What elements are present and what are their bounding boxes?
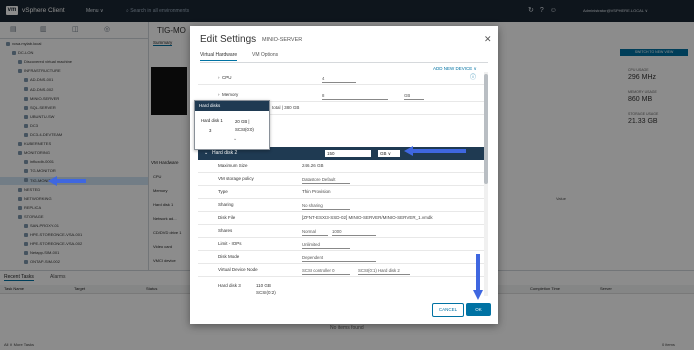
shares-row: Shares Normal 1000	[198, 225, 484, 238]
hard-disk-2-size-input[interactable]: 150	[325, 150, 371, 157]
storage-policy-value[interactable]: Datastore Default	[302, 176, 350, 184]
dialog-title: Edit Settings	[200, 34, 257, 45]
type-label: Type	[218, 189, 228, 194]
popover-header: Hard disks	[195, 101, 269, 111]
info-icon[interactable]: ⓘ	[470, 72, 476, 84]
shares-number-input[interactable]: 1000	[332, 228, 376, 236]
storage-policy-row: VM storage policy Datastore Default	[198, 173, 484, 186]
annotation-arrow-right	[404, 146, 466, 156]
ok-button[interactable]: OK	[466, 303, 491, 316]
hard-disks-total: total | 380 GB	[272, 105, 300, 110]
shares-label: Shares	[218, 228, 233, 233]
max-size-row: Maximum Size 246.26 GB	[198, 160, 484, 173]
hard-disks-popover: Hard disks Hard disk 1 3 20 GB | SCSI(0:0…	[194, 100, 270, 150]
cancel-button[interactable]: CANCEL	[432, 303, 464, 317]
memory-input[interactable]: 8	[322, 92, 388, 100]
tab-divider	[200, 62, 488, 63]
hard-disk-3-value: 110 GB SCSI(0:2)	[256, 283, 276, 295]
vdev-node-label: Virtual Device Node	[218, 267, 258, 272]
popover-count: 3	[209, 128, 212, 133]
sharing-value[interactable]: No sharing	[302, 202, 350, 210]
chevron-down-icon: ⌄	[233, 136, 238, 142]
cpu-row[interactable]: › CPU 4 ⓘ	[198, 72, 484, 85]
hard-disk-2-unit-select[interactable]: GB ∨	[378, 150, 400, 157]
disk-mode-label: Disk Mode	[218, 254, 240, 259]
type-row: Type Thin Provision	[198, 186, 484, 199]
hard-disk-3-label: Hard disk 3	[218, 283, 241, 288]
limit-iops-label: Limit - IOPs	[218, 241, 242, 246]
close-icon[interactable]: ✕	[484, 34, 492, 45]
limit-iops-value[interactable]: Unlimited	[302, 241, 350, 249]
storage-policy-label: VM storage policy	[218, 176, 254, 181]
disk-mode-value[interactable]: Dependent	[302, 254, 376, 262]
cpu-select[interactable]: 4	[322, 75, 356, 83]
disk-file-value: [ZFNT-ESXI3-SSD-02] MINIO-SERVER/MINIO-S…	[302, 215, 433, 220]
limit-iops-row: Limit - IOPs Unlimited	[198, 238, 484, 251]
popover-item-details: 20 GB | SCSI(0:0)	[235, 119, 254, 132]
sharing-label: Sharing	[218, 202, 234, 207]
shares-value[interactable]: Normal	[302, 228, 328, 236]
dialog-subtitle: MINIO-SERVER	[262, 37, 303, 43]
annotation-arrow-down	[473, 254, 483, 300]
chevron-down-icon: ∨	[387, 151, 392, 156]
memory-unit-select[interactable]: GB	[404, 92, 424, 100]
device-node-select[interactable]: SCSI(0:1) Hard disk 2	[358, 267, 410, 275]
disk-file-row: Disk File [ZFNT-ESXI3-SSD-02] MINIO-SERVE…	[198, 212, 484, 225]
type-value: Thin Provision	[302, 189, 331, 194]
tab-virtual-hardware[interactable]: Virtual Hardware	[200, 52, 238, 61]
annotation-arrow-left	[48, 176, 86, 186]
max-size-value: 246.26 GB	[302, 163, 324, 168]
form-scrollbar-thumb[interactable]	[484, 74, 488, 184]
tab-vm-options[interactable]: VM Options	[252, 52, 278, 58]
disk-file-label: Disk File	[218, 215, 236, 220]
popover-item-label: Hard disk 1	[201, 118, 223, 123]
disk-mode-row: Disk Mode Dependent	[198, 251, 484, 264]
cpu-label: › CPU	[218, 75, 232, 80]
vdev-node-value[interactable]: SCSI controller 0	[302, 267, 350, 275]
sharing-row: Sharing No sharing	[198, 199, 484, 212]
vdev-node-row: Virtual Device Node SCSI controller 0 SCSI…	[198, 264, 484, 277]
max-size-label: Maximum Size	[218, 163, 248, 168]
hard-disk-3-row[interactable]: Hard disk 3 110 GB SCSI(0:2)	[198, 280, 484, 296]
